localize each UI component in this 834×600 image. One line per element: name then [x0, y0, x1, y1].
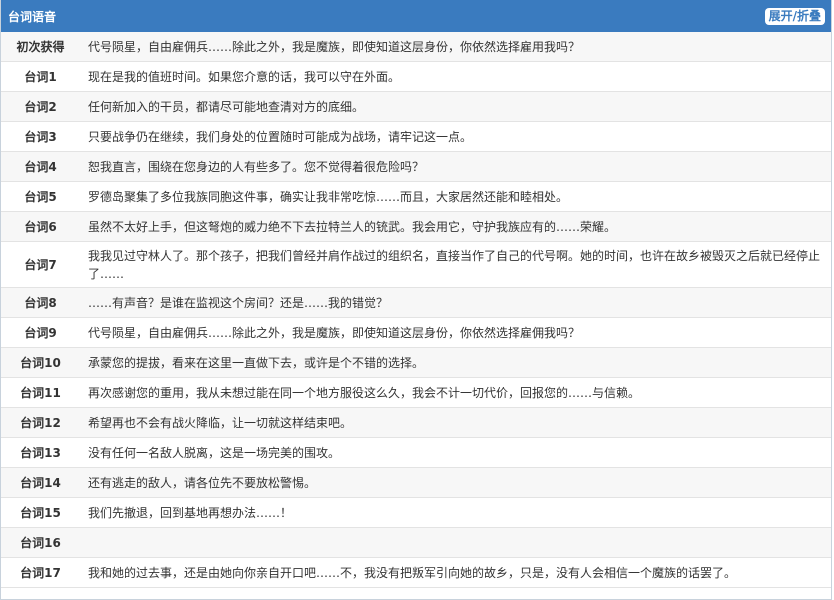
- row-text: 我们先撤退，回到基地再想办法……！: [88, 505, 293, 520]
- row-text: 我我见过守林人了。那个孩子，把我们曾经并肩作战过的组织名，直接当作了自己的代号啊…: [88, 248, 821, 281]
- row-label: 台词2: [24, 100, 57, 114]
- table-row: 台词16: [1, 527, 831, 558]
- table-row: 台词7 我我见过守林人了。那个孩子，把我们曾经并肩作战过的组织名，直接当作了自己…: [1, 242, 831, 288]
- row-label: 台词4: [24, 160, 57, 174]
- row-label: 台词8: [24, 296, 57, 310]
- table-row: 台词15 我们先撤退，回到基地再想办法……！: [1, 498, 831, 528]
- table-row: 台词1 现在是我的值班时间。如果您介意的话，我可以守在外面。: [1, 62, 831, 92]
- table-row: 台词10 承蒙您的提拔，看来在这里一直做下去，或许是个不错的选择。: [1, 347, 831, 378]
- table-row: 台词6 虽然不太好上手，但这弩炮的威力绝不下去拉特兰人的铳武。我会用它，守护我族…: [1, 211, 831, 242]
- row-text: 只要战争仍在继续，我们身处的位置随时可能成为战场，请牢记这一点。: [88, 129, 473, 144]
- table-row: 台词2 任何新加入的干员，都请尽可能地查清对方的底细。: [1, 91, 831, 122]
- row-label: 台词7: [24, 258, 57, 272]
- row-text: 希望再也不会有战火降临，让一切就这样结束吧。: [88, 415, 353, 430]
- table-row: 台词5 罗德岛聚集了多位我族同胞这件事，确实让我非常吃惊……而且，大家居然还能和…: [1, 182, 831, 212]
- table-row: 台词12 希望再也不会有战火降临，让一切就这样结束吧。: [1, 407, 831, 438]
- table-row: 台词17 我和她的过去事，还是由她向你亲自开口吧……不，我没有把叛军引向她的故乡…: [1, 558, 831, 588]
- row-label: 台词15: [20, 506, 61, 520]
- row-text: 没有任何一名敌人脱离，这是一场完美的围攻。: [88, 445, 341, 460]
- row-text: 现在是我的值班时间。如果您介意的话，我可以守在外面。: [88, 69, 401, 84]
- row-text: ……有声音？是谁在监视这个房间？还是……我的错觉？: [88, 295, 389, 310]
- expand-collapse-button[interactable]: 展开/折叠: [764, 7, 825, 25]
- row-label: 台词5: [24, 190, 57, 204]
- row-label: 台词9: [24, 326, 57, 340]
- table-row: 台词13 没有任何一名敌人脱离，这是一场完美的围攻。: [1, 438, 831, 468]
- row-label: 台词6: [24, 220, 57, 234]
- row-label: 台词17: [20, 566, 61, 580]
- row-label: 台词14: [20, 476, 61, 490]
- row-text: 虽然不太好上手，但这弩炮的威力绝不下去拉特兰人的铳武。我会用它，守护我族应有的……: [88, 219, 617, 234]
- panel-title: 台词语音: [8, 9, 57, 24]
- row-label: 台词11: [20, 386, 61, 400]
- row-text: 代号陨星，自由雇佣兵……除此之外，我是魔族，即使知道这层身份，你依然选择雇佣我吗…: [88, 325, 581, 340]
- panel-header: 台词语音 展开/折叠: [1, 0, 831, 32]
- table-row: 台词8 ……有声音？是谁在监视这个房间？还是……我的错觉？: [1, 287, 831, 318]
- row-text: 代号陨星，自由雇佣兵……除此之外，我是魔族，即使知道这层身份，你依然选择雇用我吗…: [88, 39, 581, 54]
- voice-lines-panel: 台词语音 展开/折叠 初次获得 代号陨星，自由雇佣兵……除此之外，我是魔族，即使…: [0, 0, 832, 600]
- row-text: 还有逃走的敌人，请各位先不要放松警惕。: [88, 475, 317, 490]
- row-text: 罗德岛聚集了多位我族同胞这件事，确实让我非常吃惊……而且，大家居然还能和睦相处。: [88, 189, 569, 204]
- row-text: 承蒙您的提拔，看来在这里一直做下去，或许是个不错的选择。: [88, 355, 425, 370]
- row-label: 台词10: [20, 356, 61, 370]
- row-text: 再次感谢您的重用，我从未想过能在同一个地方服役这么久，我会不计一切代价，回报您的…: [88, 385, 641, 400]
- row-label: 台词16: [20, 536, 61, 550]
- table-row: 台词14 还有逃走的敌人，请各位先不要放松警惕。: [1, 467, 831, 498]
- table-row: 台词11 再次感谢您的重用，我从未想过能在同一个地方服役这么久，我会不计一切代价…: [1, 378, 831, 408]
- row-label: 初次获得: [16, 40, 65, 54]
- row-text: 恕我直言，围绕在您身边的人有些多了。您不觉得着很危险吗？: [88, 159, 425, 174]
- row-text: [80, 528, 831, 558]
- row-text: 任何新加入的干员，都请尽可能地查清对方的底细。: [88, 99, 365, 114]
- row-label: 台词1: [24, 70, 57, 84]
- table-row: 初次获得 代号陨星，自由雇佣兵……除此之外，我是魔族，即使知道这层身份，你依然选…: [1, 32, 831, 62]
- row-label: 台词3: [24, 130, 57, 144]
- row-label: 台词13: [20, 446, 61, 460]
- table-row: 台词3 只要战争仍在继续，我们身处的位置随时可能成为战场，请牢记这一点。: [1, 122, 831, 152]
- table-row: 台词4 恕我直言，围绕在您身边的人有些多了。您不觉得着很危险吗？: [1, 151, 831, 182]
- table-row: 台词9 代号陨星，自由雇佣兵……除此之外，我是魔族，即使知道这层身份，你依然选择…: [1, 318, 831, 348]
- row-label: 台词12: [20, 416, 61, 430]
- row-text: 我和她的过去事，还是由她向你亲自开口吧……不，我没有把叛军引向她的故乡，只是，没…: [88, 565, 737, 580]
- voice-lines-table: 初次获得 代号陨星，自由雇佣兵……除此之外，我是魔族，即使知道这层身份，你依然选…: [1, 32, 831, 588]
